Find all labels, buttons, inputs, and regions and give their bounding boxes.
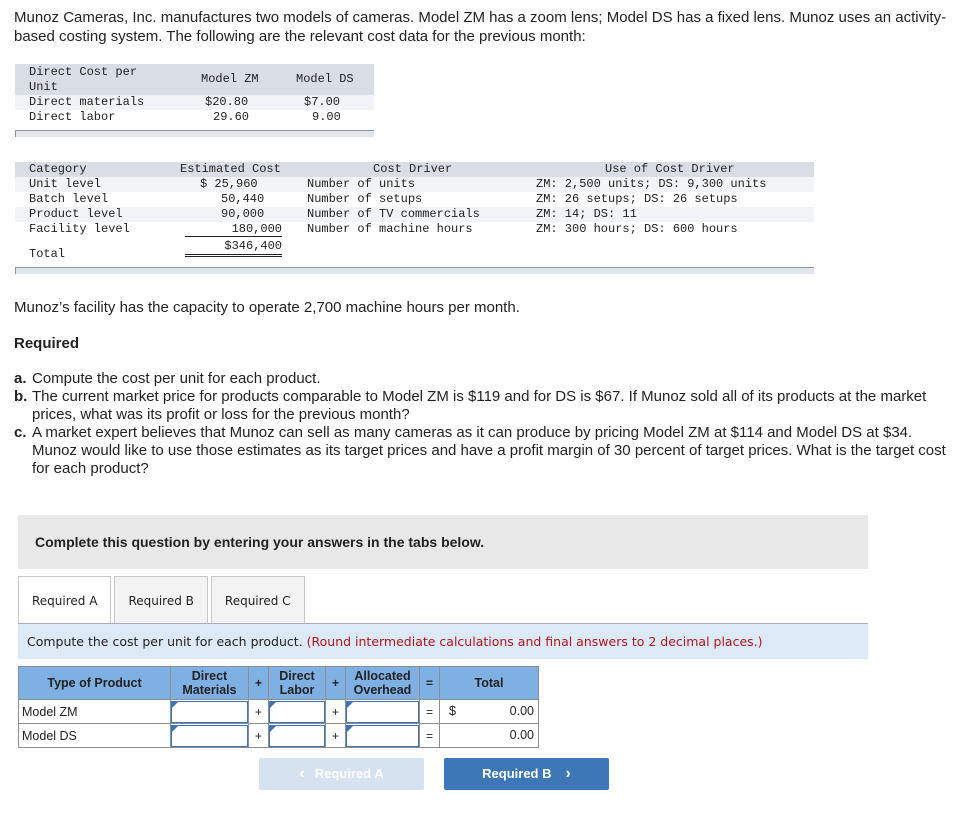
capacity-text: Munoz’s facility has the capacity to ope…: [14, 299, 520, 316]
input-field[interactable]: [269, 724, 325, 747]
total-row: Total $346,400: [29, 239, 282, 261]
table-row: Model DS + + = 0.00: [18, 723, 539, 748]
header-type-of-product: Type of Product: [18, 666, 171, 700]
equals-sign: =: [419, 699, 440, 724]
equals-sign: =: [419, 723, 440, 748]
input-field[interactable]: [269, 700, 325, 723]
total-ds: 0.00: [439, 723, 539, 748]
direct-materials-input-zm[interactable]: [170, 699, 249, 724]
direct-cost-table: Direct Cost per Unit Model ZM Model DS D…: [15, 64, 374, 137]
input-field[interactable]: [171, 724, 248, 747]
requirement-a: a. Compute the cost per unit for each pro…: [14, 370, 321, 387]
header-allocated-overhead: Allocated Overhead: [345, 666, 420, 700]
requirement-b: b. The current market price for products …: [14, 388, 927, 423]
plus-sign: +: [325, 699, 346, 724]
table-row: Direct labor 29.60 9.00: [29, 110, 341, 124]
plus-sign: +: [325, 666, 346, 700]
overhead-table-header: Category Estimated Cost Cost Driver Use …: [15, 162, 814, 177]
input-field[interactable]: [346, 700, 419, 723]
complete-prompt: Complete this question by entering your …: [18, 515, 868, 569]
prev-required-a-button[interactable]: ‹ Required A: [259, 758, 424, 790]
table-row: Unit level $ 25,960 Number of units ZM: …: [15, 177, 814, 192]
table-row: Direct materials $20.80 $7.00: [15, 95, 374, 110]
header-direct-labor: Direct Labor: [268, 666, 326, 700]
direct-cost-table-header: Direct Cost per Unit Model ZM Model DS: [15, 64, 374, 95]
equals-sign: =: [419, 666, 440, 700]
input-field[interactable]: [346, 724, 419, 747]
header-model-zm: Model ZM: [201, 72, 259, 86]
direct-labor-input-zm[interactable]: [268, 699, 326, 724]
answer-table: Type of Product Direct Materials + Direc…: [18, 666, 539, 748]
overhead-table: Category Estimated Cost Cost Driver Use …: [15, 162, 814, 274]
table-divider: [15, 267, 814, 274]
tab-required-c[interactable]: Required C: [210, 576, 305, 624]
instruction-bar: Compute the cost per unit for each produ…: [18, 623, 868, 659]
chevron-right-icon: ›: [565, 765, 571, 782]
table-row: Batch level 50,440 Number of setups ZM: …: [29, 192, 738, 206]
table-divider: [15, 130, 374, 137]
tab-bar: Required A Required B Required C: [18, 576, 308, 624]
total-zm: $ 0.00: [439, 699, 539, 724]
product-label: Model ZM: [18, 699, 171, 724]
answer-table-header: Type of Product Direct Materials + Direc…: [18, 666, 539, 700]
tab-required-b[interactable]: Required B: [114, 576, 208, 624]
instruction-note: (Round intermediate calculations and fin…: [306, 634, 763, 649]
instruction-text: Compute the cost per unit for each produ…: [27, 634, 303, 649]
plus-sign: +: [248, 723, 269, 748]
direct-labor-input-ds[interactable]: [268, 723, 326, 748]
plus-sign: +: [248, 699, 269, 724]
header-total: Total: [439, 666, 539, 700]
product-label: Model DS: [18, 723, 171, 748]
header-direct-materials: Direct Materials: [170, 666, 249, 700]
table-row: Model ZM + + = $ 0.00: [18, 699, 539, 724]
problem-intro: Munoz Cameras, Inc. manufactures two mod…: [14, 9, 947, 45]
plus-sign: +: [325, 723, 346, 748]
plus-sign: +: [248, 666, 269, 700]
chevron-left-icon: ‹: [299, 765, 305, 782]
overhead-input-zm[interactable]: [345, 699, 420, 724]
direct-materials-input-ds[interactable]: [170, 723, 249, 748]
next-required-b-button[interactable]: Required B ›: [444, 758, 609, 790]
table-row: Product level 90,000 Number of TV commer…: [15, 207, 814, 222]
table-row: Facility level 180,000 Number of machine…: [29, 222, 738, 237]
header-model-ds: Model DS: [296, 72, 354, 86]
overhead-input-ds[interactable]: [345, 723, 420, 748]
header-direct-cost: Direct Cost per Unit: [29, 65, 138, 94]
input-field[interactable]: [171, 700, 248, 723]
tab-required-a[interactable]: Required A: [18, 576, 112, 624]
requirement-c: c. A market expert believes that Munoz ca…: [14, 424, 946, 477]
requirements-list: a. Compute the cost per unit for each pro…: [14, 370, 959, 478]
required-heading: Required: [14, 335, 80, 352]
